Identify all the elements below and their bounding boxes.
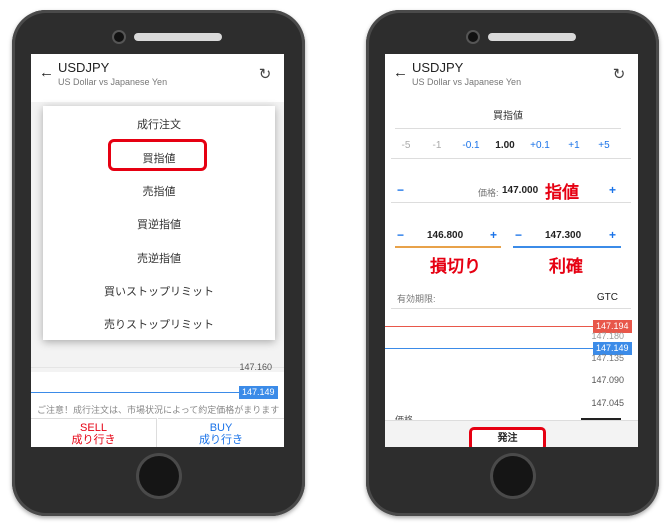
- market-order-notice: ご注意！成行注文は、市場状況によって約定価格がまります: [37, 405, 280, 415]
- step-selector: -5 -1 -0.1 1.00 +0.1 +1 +5: [391, 136, 631, 156]
- step-minus-5[interactable]: -5: [391, 136, 421, 156]
- pair-subtitle: US Dollar vs Japanese Yen: [58, 77, 168, 87]
- bid-price-line: [385, 348, 593, 349]
- screen-right: ← USDJPY US Dollar vs Japanese Yen ↻ 買指値…: [385, 54, 638, 447]
- take-profit-underline: [513, 246, 621, 248]
- step-minus-0-1[interactable]: -0.1: [456, 136, 486, 156]
- price-label: 価格:: [478, 188, 499, 198]
- divider: [391, 158, 631, 159]
- highlight-box: [108, 139, 207, 171]
- menu-item-sell-limit[interactable]: 売指値: [43, 179, 275, 205]
- take-profit-plus-button[interactable]: +: [609, 228, 616, 242]
- divider: [391, 202, 631, 203]
- take-profit-annotation: 利確: [549, 257, 583, 276]
- screen-left: ← USDJPY US Dollar vs Japanese Yen ↻ 成行注…: [31, 54, 284, 447]
- price-tick-label: 147.135: [591, 353, 624, 363]
- take-profit-value[interactable]: 147.300: [545, 230, 581, 241]
- speaker-grille: [134, 33, 222, 41]
- submit-order-button[interactable]: 発注: [469, 427, 546, 447]
- back-arrow-icon[interactable]: ←: [39, 64, 54, 81]
- menu-item-market-order[interactable]: 成行注文: [43, 112, 275, 138]
- buy-sub-label: 成り行き: [199, 434, 243, 446]
- buy-label: BUY: [209, 422, 233, 434]
- price-tick-label: 147.090: [591, 375, 624, 385]
- pair-subtitle: US Dollar vs Japanese Yen: [412, 77, 522, 87]
- step-plus-5[interactable]: +5: [589, 136, 619, 156]
- price-value[interactable]: 147.000: [502, 185, 538, 196]
- header: ← USDJPY US Dollar vs Japanese Yen ↻: [31, 54, 284, 102]
- menu-item-sell-stop[interactable]: 売逆指値: [43, 246, 275, 272]
- camera-dot: [468, 32, 478, 42]
- step-plus-0-1[interactable]: +0.1: [525, 136, 555, 156]
- validity-label: 有効期限:: [397, 294, 436, 304]
- back-arrow-icon[interactable]: ←: [393, 64, 408, 81]
- validity-value[interactable]: GTC: [597, 292, 618, 303]
- price-minus-button[interactable]: −: [397, 183, 404, 197]
- sell-button[interactable]: SELL 成り行き: [31, 418, 157, 447]
- speaker-grille: [488, 33, 576, 41]
- phone-right: ← USDJPY US Dollar vs Japanese Yen ↻ 買指値…: [366, 10, 659, 516]
- bid-price-line: [31, 392, 239, 393]
- home-button[interactable]: [493, 456, 533, 496]
- price-tick-label: 147.045: [591, 398, 624, 408]
- menu-item-buy-stop-limit[interactable]: 買いストップリミット: [43, 279, 275, 305]
- stop-loss-value[interactable]: 146.800: [427, 230, 463, 241]
- step-minus-1[interactable]: -1: [422, 136, 452, 156]
- stop-loss-annotation: 損切り: [430, 257, 481, 276]
- menu-item-sell-stop-limit[interactable]: 売りストップリミット: [43, 312, 275, 338]
- refresh-icon[interactable]: ↻: [610, 66, 628, 84]
- order-type-select[interactable]: 買指値: [395, 106, 621, 129]
- limit-annotation: 指値: [545, 183, 579, 202]
- price-tick-label: 147.180: [591, 331, 624, 341]
- take-profit-minus-button[interactable]: −: [515, 228, 522, 242]
- bid-price-tag: 147.149: [239, 386, 278, 399]
- ask-price-line: [385, 326, 593, 327]
- buy-button[interactable]: BUY 成り行き: [158, 418, 284, 447]
- sell-sub-label: 成り行き: [71, 434, 116, 446]
- phone-left: ← USDJPY US Dollar vs Japanese Yen ↻ 成行注…: [12, 10, 305, 516]
- stop-loss-underline: [395, 246, 501, 248]
- home-button[interactable]: [139, 456, 179, 496]
- price-plus-button[interactable]: +: [609, 183, 616, 197]
- pair-title: USDJPY: [58, 60, 110, 75]
- divider: [391, 308, 631, 309]
- header: ← USDJPY US Dollar vs Japanese Yen ↻: [385, 54, 638, 102]
- camera-dot: [114, 32, 124, 42]
- stop-loss-plus-button[interactable]: +: [490, 228, 497, 242]
- stop-loss-minus-button[interactable]: −: [397, 228, 404, 242]
- sell-label: SELL: [80, 422, 107, 434]
- step-plus-1[interactable]: +1: [559, 136, 589, 156]
- step-current: 1.00: [495, 140, 515, 151]
- price-tick-label: 147.160: [239, 362, 272, 372]
- pair-title: USDJPY: [412, 60, 464, 75]
- menu-item-buy-stop[interactable]: 買逆指値: [43, 212, 275, 238]
- refresh-icon[interactable]: ↻: [256, 66, 274, 84]
